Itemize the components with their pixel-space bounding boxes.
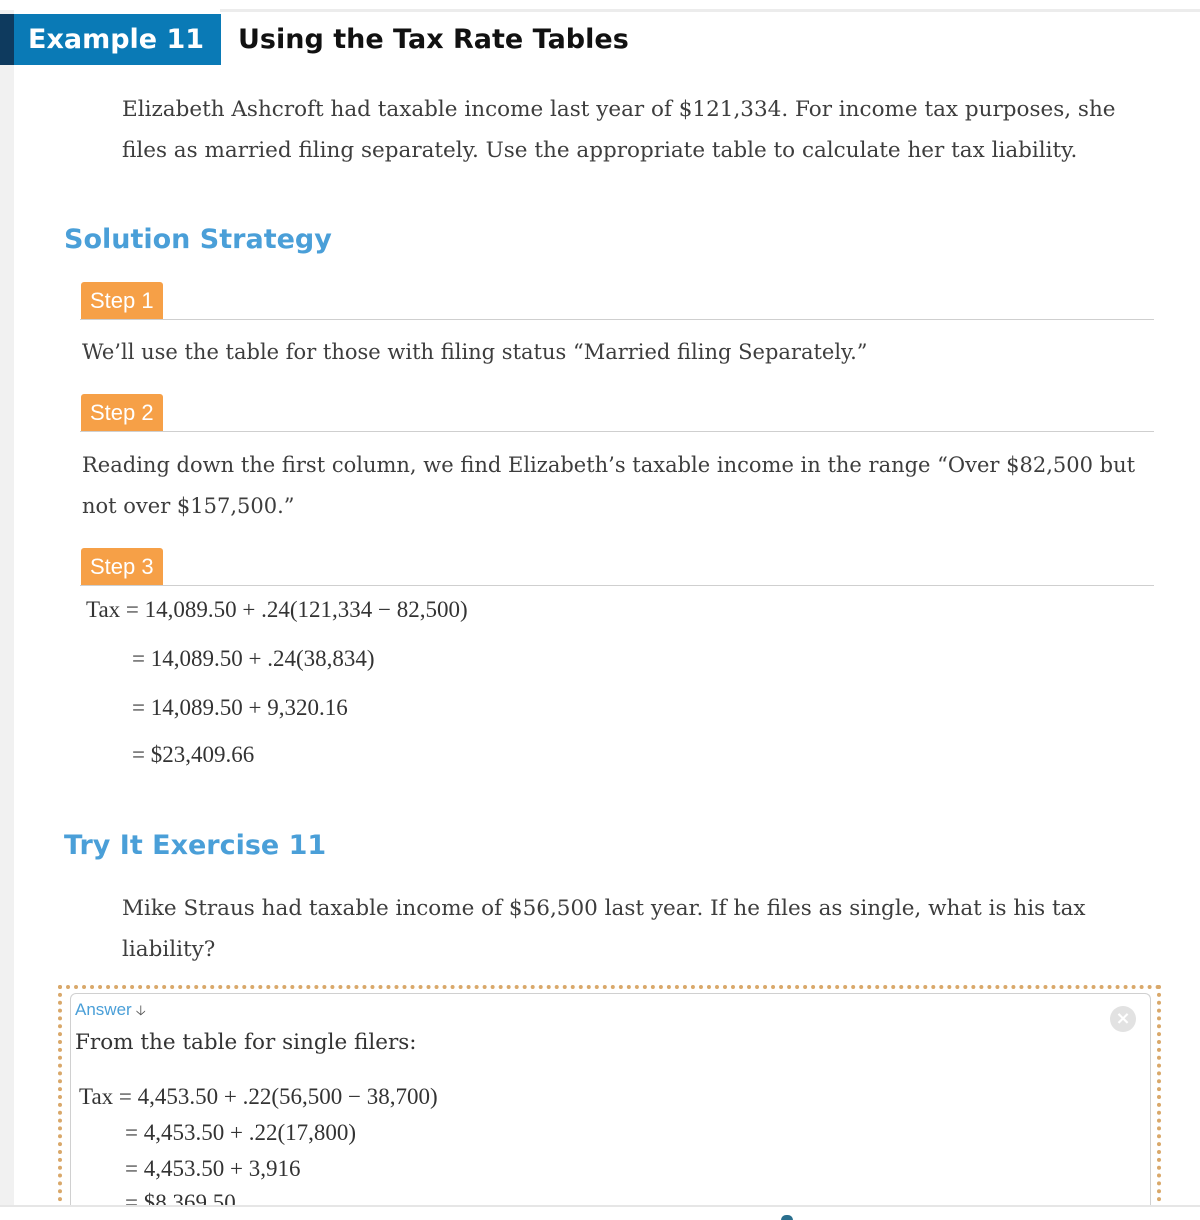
example-header: Example 11 Using the Tax Rate Tables [0, 14, 629, 65]
solution-strategy-heading: Solution Strategy [64, 224, 332, 255]
step-3-header: Step 3 [80, 546, 1154, 586]
answer-math-line: = 4,453.50 + .22(17,800) [125, 1120, 357, 1145]
step-2-badge: Step 2 [81, 394, 163, 431]
example-problem-text: Elizabeth Ashcroft had taxable income la… [122, 97, 1116, 163]
scroll-indicator[interactable] [781, 1215, 793, 1220]
step-1-header: Step 1 [80, 280, 1154, 320]
left-margin-strip [0, 10, 14, 1220]
step-3-badge: Step 3 [81, 548, 163, 585]
answer-toggle-label: Answer [75, 1000, 132, 1019]
answer-math-line: Tax = 4,453.50 + .22(56,500 − 38,700) [79, 1084, 438, 1109]
answer-panel: Answer 🡣 × From the table for single file… [58, 985, 1161, 1220]
example-badge: Example 11 [0, 14, 221, 65]
example-title: Using the Tax Rate Tables [238, 24, 629, 55]
step-2-header: Step 2 [80, 392, 1154, 432]
exercise-problem-text: Mike Straus had taxable income of $56,50… [122, 896, 1086, 962]
answer-panel-inner: Answer 🡣 × From the table for single file… [70, 993, 1151, 1220]
step-1-text: We’ll use the table for those with filin… [82, 340, 868, 364]
solution-math-line: = 14,089.50 + 9,320.16 [132, 695, 348, 720]
solution-math-line: Tax = 14,089.50 + .24(121,334 − 82,500) [86, 597, 468, 622]
bottom-edge [0, 1205, 1200, 1220]
solution-math-result: = $23,409.66 [132, 742, 255, 767]
step-2-text: Reading down the first column, we find E… [82, 453, 1136, 518]
answer-toggle[interactable]: Answer 🡣 [75, 1000, 146, 1024]
close-icon[interactable]: × [1110, 1006, 1136, 1032]
answer-intro-text: From the table for single filers: [75, 1030, 417, 1055]
answer-math-line: = 4,453.50 + 3,916 [125, 1156, 301, 1181]
top-divider [220, 9, 1200, 12]
try-it-heading: Try It Exercise 11 [64, 830, 327, 861]
step-1-badge: Step 1 [81, 282, 163, 319]
arrow-down-icon: 🡣 [135, 1002, 146, 1018]
solution-math-line: = 14,089.50 + .24(38,834) [132, 646, 375, 671]
